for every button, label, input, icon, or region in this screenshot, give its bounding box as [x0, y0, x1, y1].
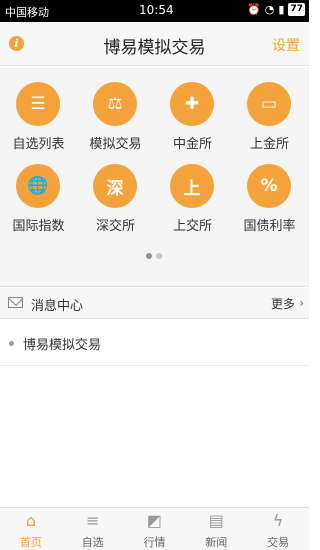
tab-label: 交易: [267, 536, 290, 549]
gavel-icon: ⚖: [93, 82, 137, 126]
tab-label: 新闻: [205, 536, 228, 549]
grid-item-simulated-trading[interactable]: ⚖ 模拟交易: [77, 82, 154, 164]
watchlist-icon: ≡: [85, 511, 100, 530]
home-icon: ⌂: [25, 511, 36, 530]
tab-label: 首页: [19, 536, 42, 549]
grid-item-intl-index[interactable]: 🌐 国际指数: [0, 164, 77, 246]
grid-item-label: 国际指数: [12, 219, 65, 234]
grid-item-szse[interactable]: 深 深交所: [77, 164, 154, 246]
list-icon: ☰: [16, 82, 60, 126]
grid-item-cffex[interactable]: ✚ 中金所: [154, 82, 231, 164]
settings-button[interactable]: 设置: [272, 35, 300, 55]
mail-icon: [8, 297, 23, 308]
grid-item-label: 自选列表: [12, 137, 65, 152]
carrier-label: 中国移动: [5, 6, 49, 19]
sse-icon: 上: [170, 164, 214, 208]
grid-item-label: 上交所: [172, 219, 212, 234]
wifi-icon: ◔: [264, 3, 275, 16]
message-center-header: 消息中心 更多 ›: [0, 288, 309, 319]
page-title: 博易模拟交易: [103, 38, 206, 58]
feature-grid: ☰ 自选列表 ⚖ 模拟交易 ✚ 中金所 ▭ 上金所 🌐 国际指数 深 深交所 上…: [0, 82, 309, 246]
tab-watchlist[interactable]: ≡ 自选: [62, 508, 124, 550]
news-icon: ▤: [208, 511, 224, 530]
message-center-title: 消息中心: [31, 299, 84, 314]
alarm-icon: ⏰: [247, 3, 261, 16]
tab-news[interactable]: ▤ 新闻: [185, 508, 247, 550]
list-item-text: 博易模拟交易: [23, 338, 102, 353]
battery-icon: 77: [288, 3, 305, 16]
grid-item-watchlist[interactable]: ☰ 自选列表: [0, 82, 77, 164]
bottom-tab-bar: ⌂ 首页 ≡ 自选 ◩ 行情 ▤ 新闻 ϟ 交易: [0, 507, 309, 550]
message-list: 博易模拟交易: [0, 320, 309, 366]
tab-trade[interactable]: ϟ 交易: [247, 508, 309, 550]
szse-icon: 深: [93, 164, 137, 208]
grid-item-label: 上金所: [249, 137, 289, 152]
grid-item-label: 国债利率: [243, 219, 296, 234]
page-dot-2[interactable]: [156, 253, 162, 259]
trade-lightning-icon: ϟ: [272, 511, 284, 530]
globe-chart-icon: 🌐: [16, 164, 60, 208]
cfe-icon: ✚: [170, 82, 214, 126]
page-dot-1[interactable]: [146, 253, 152, 259]
market-chart-icon: ◩: [146, 511, 163, 530]
tab-label: 行情: [143, 536, 166, 549]
grid-item-label: 模拟交易: [89, 137, 142, 152]
tab-label: 自选: [81, 536, 104, 549]
bullet-icon: [9, 341, 14, 346]
signal-icon: ▮: [278, 3, 285, 16]
grid-item-label: 中金所: [172, 137, 212, 152]
clock: 10:54: [139, 3, 174, 17]
more-button[interactable]: 更多: [271, 295, 295, 312]
feature-grid-panel: ☰ 自选列表 ⚖ 模拟交易 ✚ 中金所 ▭ 上金所 🌐 国际指数 深 深交所 上…: [0, 67, 309, 287]
chevron-right-icon[interactable]: ›: [299, 296, 304, 310]
grid-item-label: 深交所: [95, 219, 135, 234]
status-icons: ⏰ ◔ ▮ 77: [247, 3, 305, 16]
app-header: i 博易模拟交易 设置: [0, 22, 309, 66]
bond-rate-icon: %: [247, 164, 291, 208]
tab-home[interactable]: ⌂ 首页: [0, 508, 62, 550]
grid-item-bond-rate[interactable]: % 国债利率: [231, 164, 308, 246]
grid-item-sge[interactable]: ▭ 上金所: [231, 82, 308, 164]
tab-market[interactable]: ◩ 行情: [124, 508, 186, 550]
list-item[interactable]: 博易模拟交易: [0, 320, 309, 366]
status-bar: 中国移动 10:54 ⏰ ◔ ▮ 77: [0, 0, 309, 22]
gold-bar-icon: ▭: [247, 82, 291, 126]
grid-item-sse[interactable]: 上 上交所: [154, 164, 231, 246]
page-indicator[interactable]: [146, 253, 162, 259]
